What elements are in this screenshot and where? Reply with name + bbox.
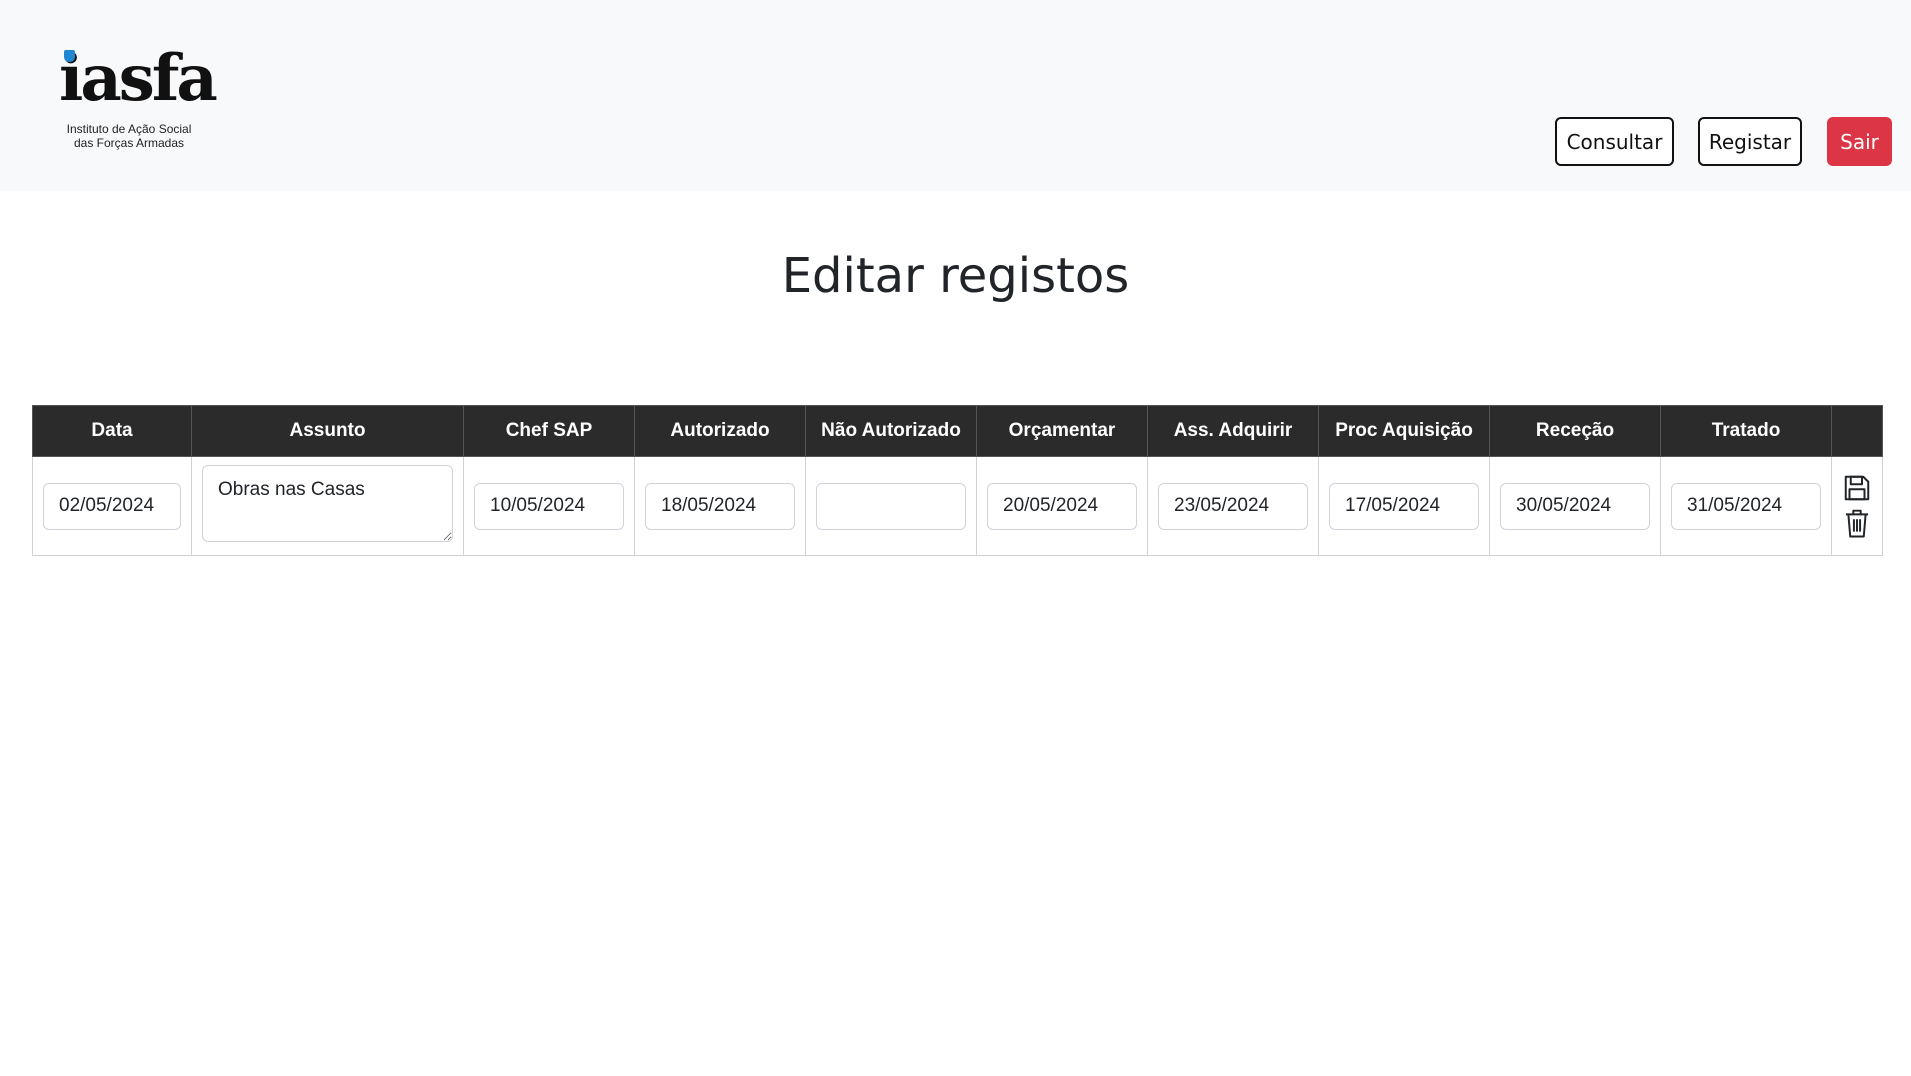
top-navbar: iasfa Instituto de Ação Social das Força… <box>0 0 1911 191</box>
cell-proc-aquisicao <box>1318 456 1490 556</box>
header-row: Data Assunto Chef SAP Autorizado Não Aut… <box>32 405 1883 457</box>
col-header-data: Data <box>32 405 192 457</box>
col-header-orcamentar: Orçamentar <box>976 405 1148 457</box>
logo-subtitle-line1: Instituto de Ação Social <box>66 122 192 136</box>
tratado-date-input[interactable] <box>1671 482 1821 530</box>
floppy-disk-icon[interactable] <box>1842 473 1872 503</box>
assunto-textarea[interactable]: Obras nas Casas <box>202 465 453 542</box>
orcamentar-date-input[interactable] <box>987 482 1137 530</box>
cell-nao-autorizado <box>805 456 977 556</box>
cell-actions <box>1831 456 1883 556</box>
cell-assunto: Obras nas Casas <box>191 456 464 556</box>
col-header-proc-aquisicao: Proc Aquisição <box>1318 405 1490 457</box>
logo-subtitle: Instituto de Ação Social das Forças Arma… <box>59 122 199 150</box>
logo-subtitle-line2: das Forças Armadas <box>73 136 185 150</box>
table-row: Obras nas Casas <box>32 456 1883 556</box>
registar-button[interactable]: Registar <box>1698 117 1802 166</box>
cell-ass-adquirir <box>1147 456 1319 556</box>
rececao-date-input[interactable] <box>1500 482 1650 530</box>
records-table: Data Assunto Chef SAP Autorizado Não Aut… <box>32 405 1883 556</box>
iasfa-logo[interactable]: iasfa Instituto de Ação Social das Força… <box>59 44 218 154</box>
cell-tratado <box>1660 456 1832 556</box>
chef-sap-date-input[interactable] <box>474 482 624 530</box>
col-header-autorizado: Autorizado <box>634 405 806 457</box>
col-header-rececao: Receção <box>1489 405 1661 457</box>
logo-wordmark: iasfa <box>59 41 218 116</box>
col-header-ass-adquirir: Ass. Adquirir <box>1147 405 1319 457</box>
page-title: Editar registos <box>781 248 1130 304</box>
col-header-assunto: Assunto <box>191 405 464 457</box>
cell-orcamentar <box>976 456 1148 556</box>
proc-aquisicao-date-input[interactable] <box>1329 482 1479 530</box>
consultar-button[interactable]: Consultar <box>1555 117 1674 166</box>
nao-autorizado-date-input[interactable] <box>816 482 966 530</box>
col-header-tratado: Tratado <box>1660 405 1832 457</box>
data-date-input[interactable] <box>43 482 181 530</box>
ass-adquirir-date-input[interactable] <box>1158 482 1308 530</box>
col-header-nao-autorizado: Não Autorizado <box>805 405 977 457</box>
table-header: Data Assunto Chef SAP Autorizado Não Aut… <box>32 405 1883 457</box>
trash-icon[interactable] <box>1842 507 1872 539</box>
col-header-actions <box>1831 405 1883 457</box>
cell-chef-sap <box>463 456 635 556</box>
cell-rececao <box>1489 456 1661 556</box>
logo-accent-dot <box>64 50 75 62</box>
sair-button[interactable]: Sair <box>1827 117 1892 166</box>
cell-data <box>32 456 192 556</box>
autorizado-date-input[interactable] <box>645 482 795 530</box>
cell-autorizado <box>634 456 806 556</box>
col-header-chef-sap: Chef SAP <box>463 405 635 457</box>
